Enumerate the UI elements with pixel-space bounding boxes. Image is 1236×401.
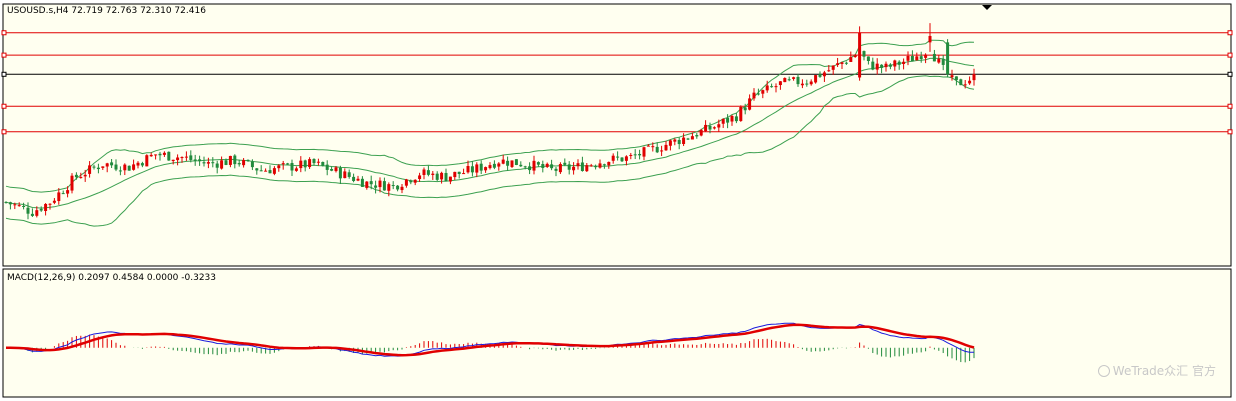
macd-chart-header: MACD(12,26,9) 0.2097 0.4584 0.0000 -0.32… [7,273,217,283]
wetrade-logo-icon [1097,365,1110,377]
watermark-text: WeTrade众汇 官方 [1112,364,1216,378]
macd-chart[interactable] [0,0,1236,401]
price-chart-header: USOUSD.s,H4 72.719 72.763 72.310 72.416 [7,6,206,16]
chart-window: USOUSD.s,H4 72.719 72.763 72.310 72.416 … [0,0,1236,401]
macd-plot-area [2,268,1232,398]
watermark: WeTrade众汇 官方 [1097,362,1216,379]
